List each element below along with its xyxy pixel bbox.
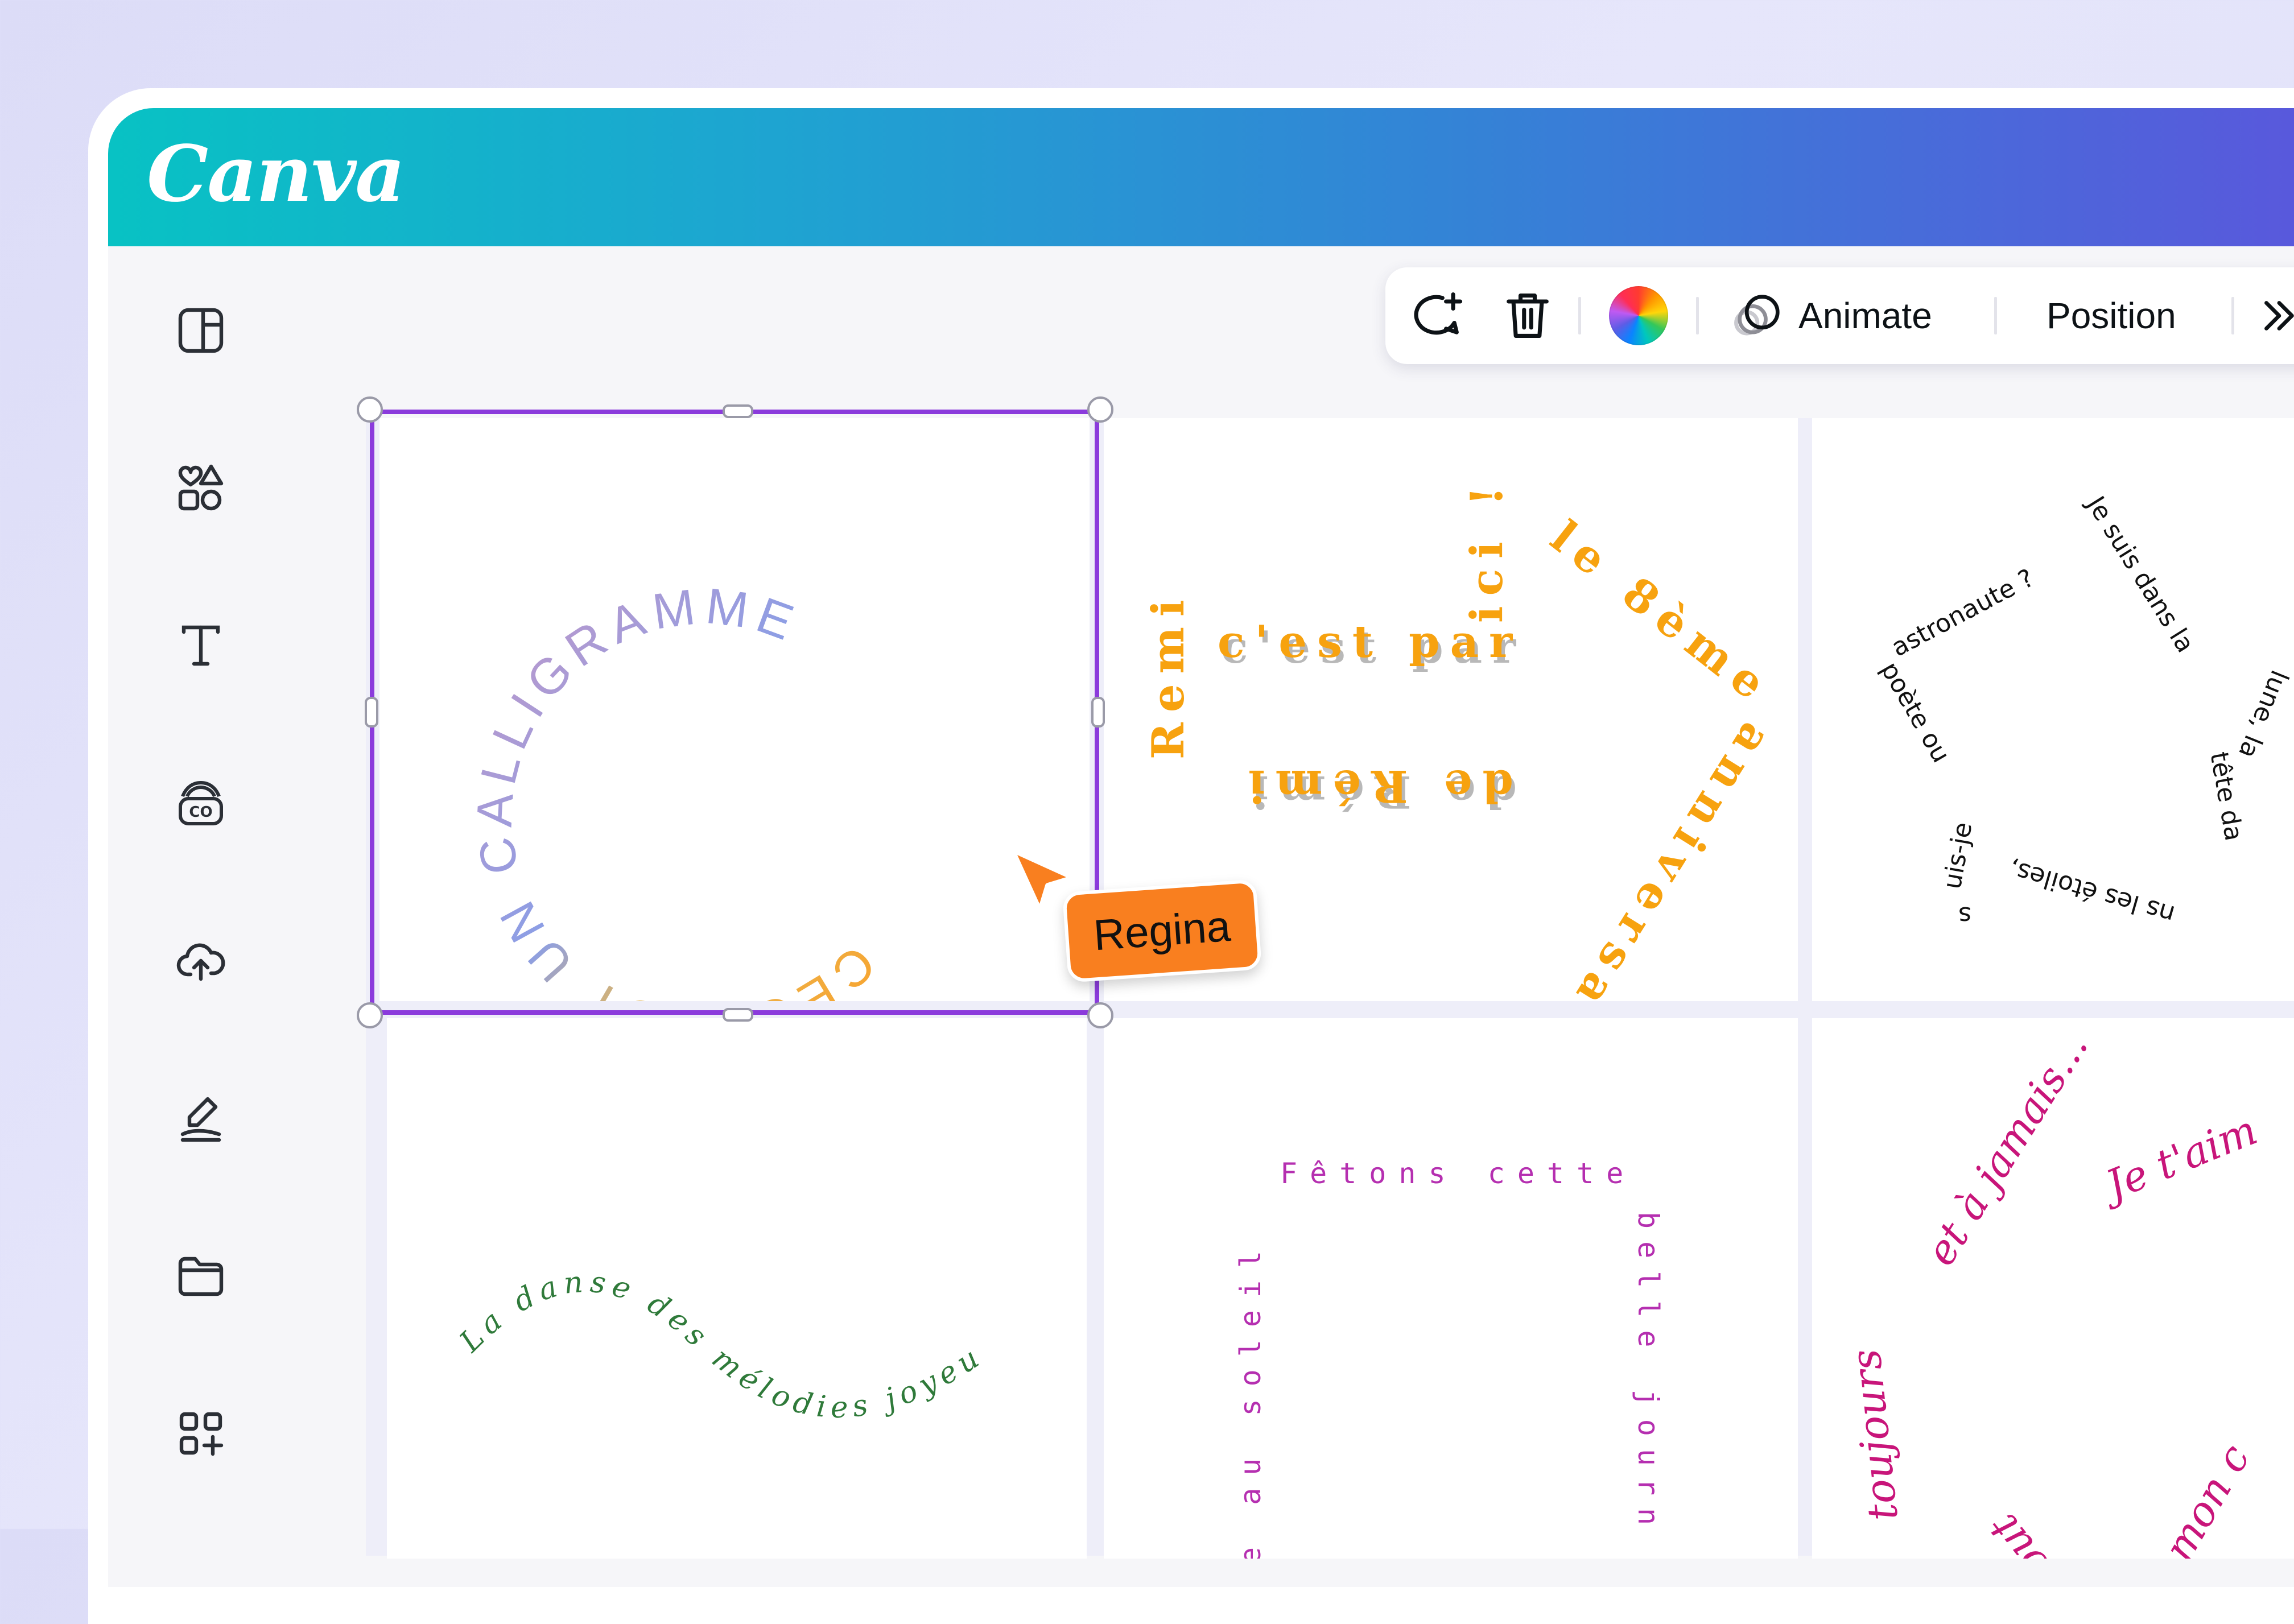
arrow-text-head-bottom: anniversaire bbox=[1508, 714, 1781, 1001]
draw-icon[interactable] bbox=[174, 1091, 228, 1146]
star-text-2: lune, la bbox=[2233, 666, 2294, 763]
animate-button[interactable]: Animate bbox=[1730, 267, 1932, 364]
star-text-8: astronaute ? bbox=[1887, 563, 2039, 662]
position-label: Position bbox=[2047, 295, 2176, 336]
sidebar: CO bbox=[108, 246, 296, 1611]
design-tile-square[interactable]: Fêtons cette belle journ e au soleil bbox=[1104, 1018, 1798, 1559]
star-text-4: ns les étoiles, bbox=[2006, 854, 2178, 929]
star-text-7: poète ou bbox=[1875, 657, 1955, 767]
star-text-1: Je suis dans la bbox=[2080, 490, 2200, 658]
star-text-6: uis-je bbox=[1938, 820, 1978, 891]
resize-handle-left[interactable] bbox=[365, 697, 378, 728]
animate-icon bbox=[1734, 295, 1780, 336]
arrow-text-left: Remi bbox=[1142, 589, 1194, 759]
resize-handle-right[interactable] bbox=[1091, 697, 1105, 728]
square-text-top: Fêtons cette bbox=[1280, 1157, 1636, 1190]
heart-text-3: toujours bbox=[1842, 1347, 1907, 1523]
design-tile-heart[interactable]: Je t'aim et à jamais... toujours out mon… bbox=[1812, 1018, 2294, 1559]
svg-text:CO: CO bbox=[189, 804, 212, 821]
toolbar-separator bbox=[2231, 297, 2234, 334]
comment-add-icon[interactable] bbox=[1409, 267, 1466, 364]
animate-label: Animate bbox=[1798, 295, 1932, 336]
uploads-icon[interactable] bbox=[174, 933, 228, 988]
floating-toolbar: Animate Position bbox=[1385, 267, 2294, 364]
elements-icon[interactable] bbox=[174, 461, 228, 515]
brand-icon[interactable]: CO bbox=[174, 776, 228, 830]
design-tile-star[interactable]: Je suis dans la lune, la tête da ns les … bbox=[1812, 418, 2294, 1001]
star-text-3: tête da bbox=[2204, 750, 2248, 843]
heart-text-1: Je t'aim bbox=[2093, 1106, 2264, 1212]
star-text-5: s bbox=[1958, 901, 1971, 930]
resize-handle-top-left[interactable] bbox=[357, 396, 383, 423]
resize-handle-bottom[interactable] bbox=[723, 1008, 753, 1022]
apps-icon[interactable] bbox=[174, 1406, 228, 1461]
heart-text-4: out bbox=[1979, 1505, 2058, 1559]
resize-handle-bottom-left[interactable] bbox=[357, 1002, 383, 1028]
toolbar-separator bbox=[1696, 297, 1699, 334]
svg-text:La danse des mélodies joyeuses: La danse des mélodies joyeuses bbox=[387, 1018, 990, 1425]
toolbar-separator bbox=[1994, 297, 1997, 334]
heart-text-2: et à jamais... bbox=[1916, 1024, 2097, 1274]
design-icon[interactable] bbox=[174, 303, 228, 358]
arrow-text-up: ici ! bbox=[1461, 476, 1513, 623]
resize-handle-bottom-right[interactable] bbox=[1087, 1002, 1113, 1028]
trash-icon[interactable] bbox=[1499, 267, 1556, 364]
wave-text: La danse des mélodies joyeuses bbox=[387, 1018, 984, 1425]
arrow-text-top: c'est par bbox=[1218, 616, 1523, 668]
canva-logo[interactable]: Canva bbox=[147, 129, 405, 220]
toolbar-separator bbox=[1578, 297, 1581, 334]
top-bar: Canva bbox=[108, 108, 2294, 246]
square-text-right: belle journ bbox=[1632, 1212, 1665, 1538]
design-tile-wave[interactable]: La danse des mélodies joyeuses bbox=[387, 1018, 1087, 1559]
arrow-text-bottom: de Rémi bbox=[1238, 760, 1513, 812]
color-wheel-icon[interactable] bbox=[1609, 267, 1668, 364]
square-text-left: e au soleil bbox=[1234, 1238, 1267, 1559]
resize-handle-top-right[interactable] bbox=[1087, 396, 1113, 423]
selection-box[interactable] bbox=[370, 410, 1099, 1015]
position-button[interactable]: Position bbox=[2047, 267, 2176, 364]
resize-handle-top[interactable] bbox=[723, 404, 753, 418]
arrow-text-head-top: le 8ème bbox=[1541, 511, 1783, 716]
heart-text-5: mon c bbox=[2155, 1436, 2259, 1559]
text-icon[interactable] bbox=[174, 618, 228, 673]
projects-folder-icon[interactable] bbox=[174, 1249, 228, 1303]
chevron-right-double-icon[interactable] bbox=[2259, 267, 2294, 364]
collaborator-name-tag: Regina bbox=[1062, 879, 1262, 983]
